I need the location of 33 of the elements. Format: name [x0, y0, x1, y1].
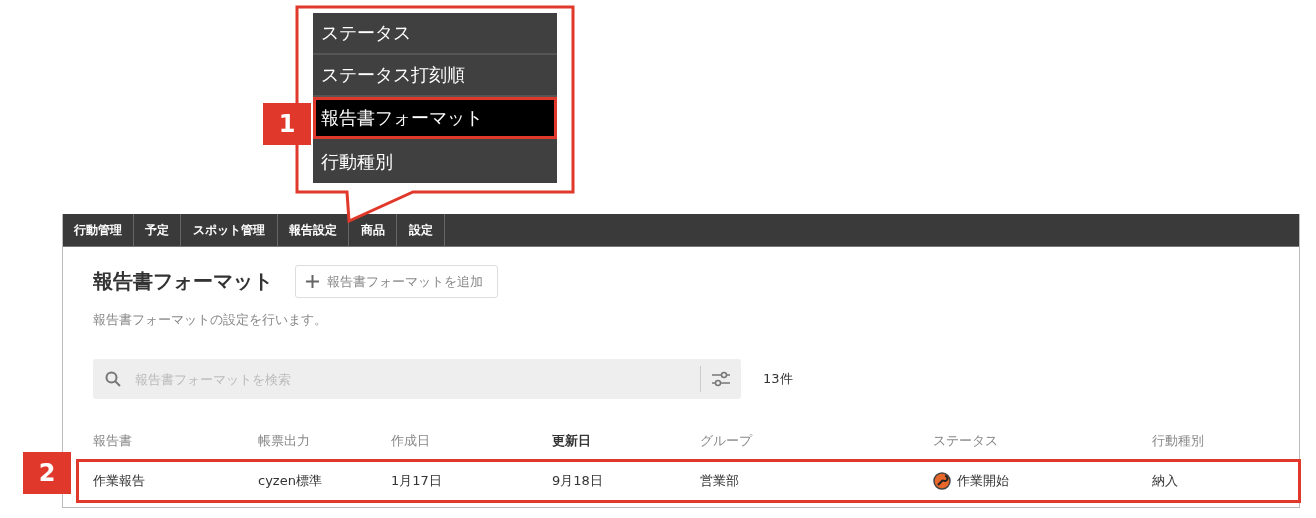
status-label: 作業開始 — [957, 472, 1009, 490]
nav-tab[interactable]: 報告設定 — [278, 214, 349, 246]
nav-tab[interactable]: スポット管理 — [181, 214, 278, 246]
page-title: 報告書フォーマット — [93, 268, 273, 295]
nav-tab[interactable]: 予定 — [134, 214, 181, 246]
column-header[interactable]: 行動種別 — [1152, 432, 1242, 450]
nav-tab[interactable]: 行動管理 — [63, 214, 134, 246]
wrench-icon — [933, 472, 951, 490]
callout-number: 1 — [263, 103, 311, 145]
column-header[interactable]: 報告書 — [93, 432, 258, 450]
table-cell: 1月17日 — [391, 472, 442, 490]
table-cell: 作業報告 — [93, 472, 145, 490]
page-description: 報告書フォーマットの設定を行います。 — [93, 311, 328, 329]
nav-tab[interactable]: 設定 — [397, 214, 445, 246]
column-header[interactable]: 帳票出力 — [258, 432, 391, 450]
menu-item[interactable]: 報告書フォーマット — [313, 97, 557, 139]
table-cell: 9月18日 — [552, 472, 603, 490]
menu-item[interactable]: 行動種別 — [313, 141, 557, 183]
column-header[interactable]: 更新日 — [552, 432, 700, 450]
search-icon — [105, 371, 121, 387]
column-header[interactable]: グループ — [700, 432, 933, 450]
table-cell: 営業部 — [700, 472, 739, 490]
menu-item[interactable]: ステータス — [313, 13, 557, 55]
table-cell: cyzen標準 — [258, 472, 322, 490]
filter-icon[interactable] — [711, 370, 731, 388]
result-count: 13件 — [763, 370, 793, 388]
add-format-button[interactable]: 報告書フォーマットを追加 — [295, 265, 498, 298]
callout-number: 2 — [23, 452, 71, 494]
plus-icon — [306, 275, 319, 288]
table-cell: 納入 — [1152, 472, 1178, 490]
nav-tab[interactable]: 商品 — [349, 214, 397, 246]
column-header[interactable]: ステータス — [933, 432, 1152, 450]
column-header[interactable]: 作成日 — [391, 432, 552, 450]
